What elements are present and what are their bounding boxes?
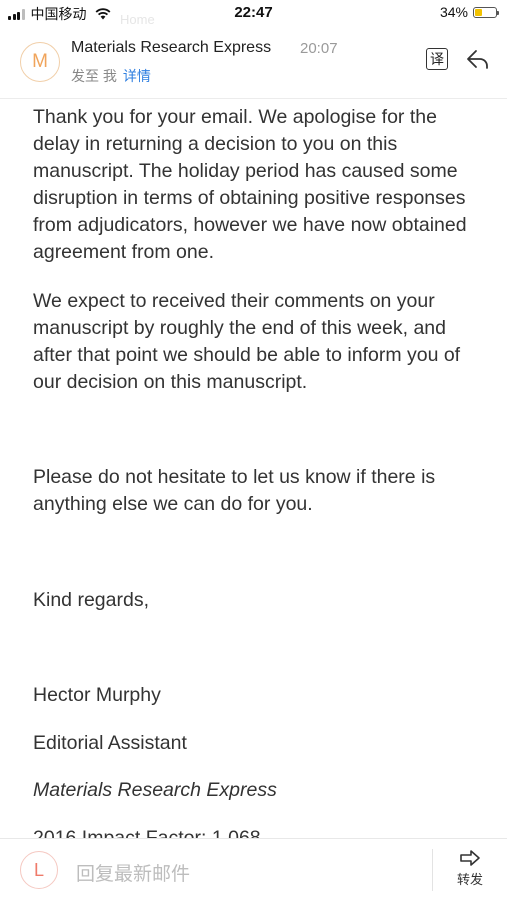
clock: 22:47 (234, 4, 273, 21)
forward-button[interactable]: 转发 (450, 849, 490, 888)
recipient-label: 发至 我 (71, 68, 117, 84)
ghost-text: Home (120, 12, 155, 27)
translate-button[interactable]: 译 (426, 48, 448, 70)
mail-header: M Materials Research Express 20:07 发至 我详… (0, 26, 507, 99)
reply-icon[interactable] (466, 48, 490, 70)
signature-name: Hector Murphy (33, 684, 161, 706)
reply-input[interactable]: 回复最新邮件 (76, 859, 190, 886)
status-right: 34% (439, 4, 499, 20)
forward-icon (460, 850, 480, 866)
bottom-bar: L 回复最新邮件 转发 (0, 838, 507, 901)
paragraph-apology: Thank you for your email. We apologise f… (33, 106, 467, 263)
paragraph-offer-help: Please do not hesitate to let us know if… (33, 466, 436, 515)
battery-icon (473, 6, 499, 18)
signature-journal: Materials Research Express (33, 779, 277, 801)
sender-avatar[interactable]: M (20, 42, 60, 82)
recipient-line: 发至 我详情 (71, 66, 151, 86)
sign-off: Kind regards, (33, 589, 149, 611)
divider (432, 849, 433, 891)
forward-label: 转发 (456, 872, 483, 887)
mail-time: 20:07 (300, 40, 338, 57)
user-avatar: L (20, 851, 58, 889)
battery-percent: 34% (439, 4, 468, 20)
paragraph-expectation: We expect to received their comments on … (33, 290, 461, 393)
signature-title: Editorial Assistant (33, 732, 187, 754)
status-bar: 中国移动 22:47 34% Home (0, 0, 507, 27)
sender-name[interactable]: Materials Research Express (71, 39, 271, 57)
battery-fill (475, 8, 482, 16)
details-link[interactable]: 详情 (123, 68, 151, 84)
